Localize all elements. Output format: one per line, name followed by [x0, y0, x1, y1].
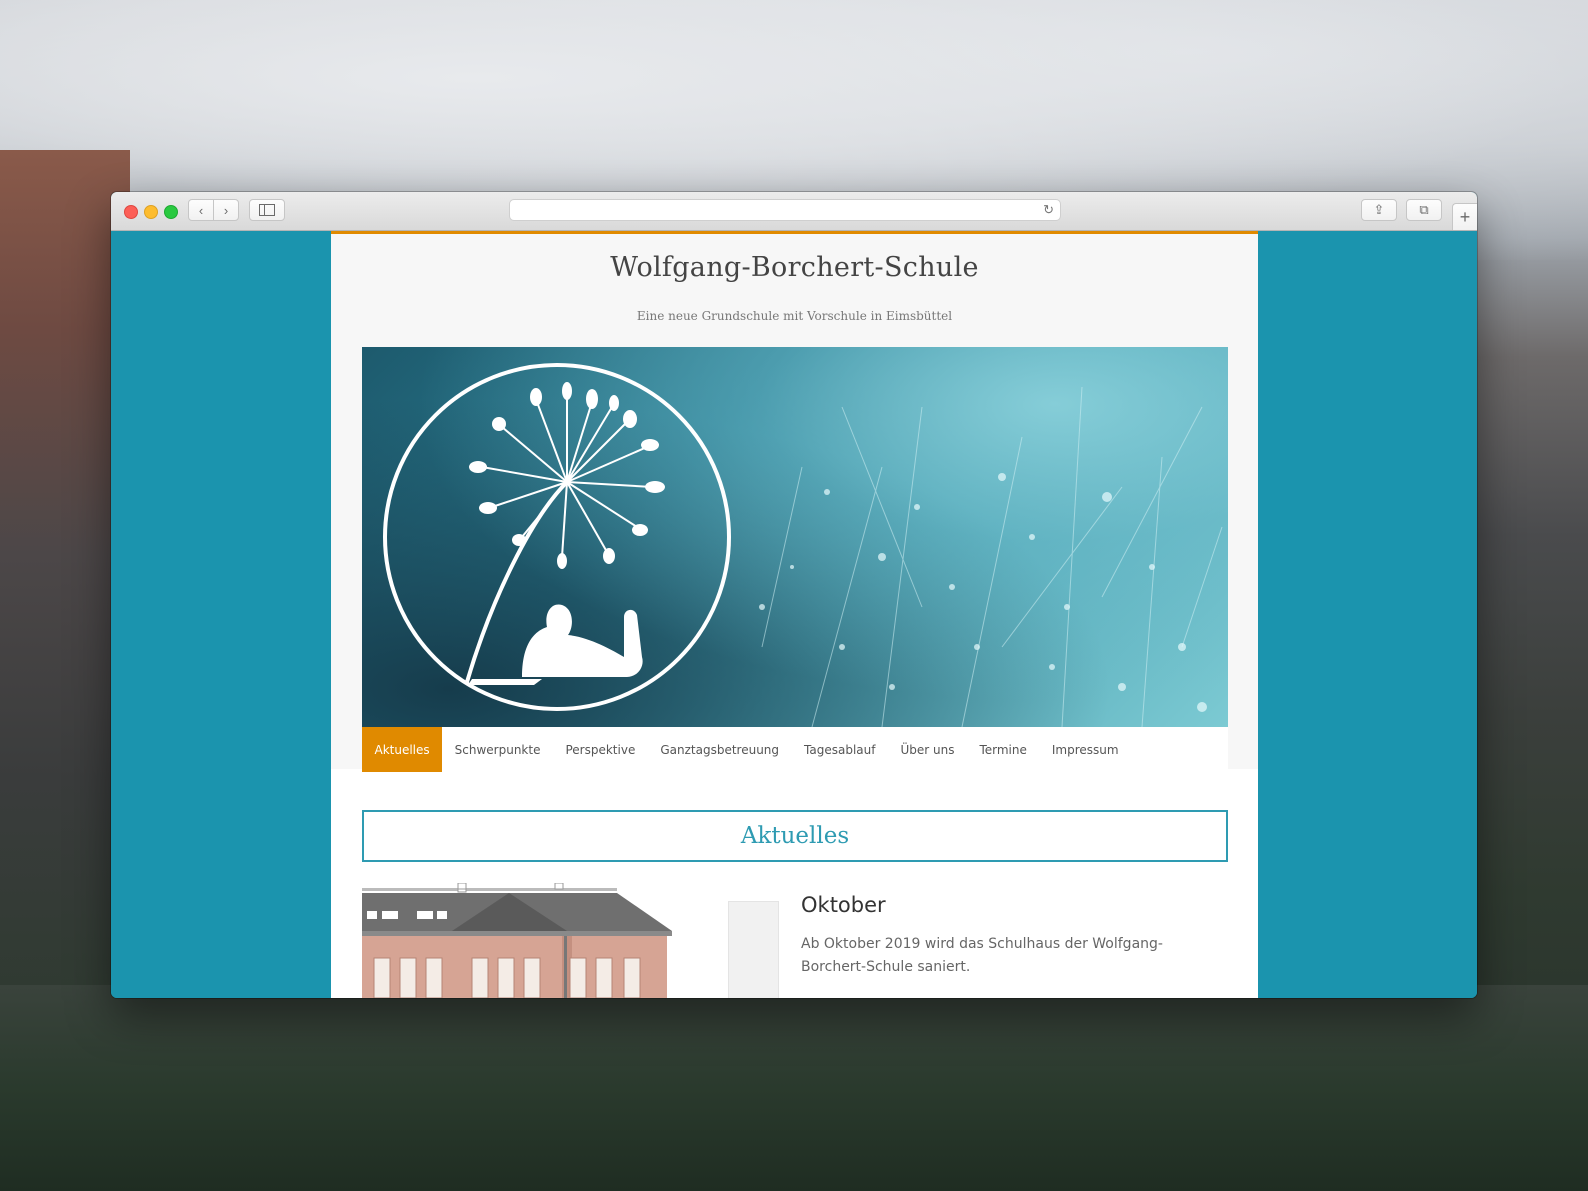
menu-item-termine[interactable]: Termine [967, 727, 1039, 772]
tabs-overview-button[interactable]: ⧉ [1406, 199, 1442, 221]
section-heading-box: Aktuelles [362, 810, 1228, 862]
browser-toolbar: ‹ › ↻ ⇪ ⧉ + [111, 192, 1477, 231]
browser-window: ‹ › ↻ ⇪ ⧉ + Wolfgang-Borchert-Schule Ein… [111, 192, 1477, 998]
menu-item-ganztagsbetreuung[interactable]: Ganztagsbetreuung [648, 727, 792, 772]
post-excerpt: Ab Oktober 2019 wird das Schulhaus der W… [801, 936, 1163, 975]
chevron-left-icon: ‹ [198, 202, 204, 218]
section-title: Aktuelles [740, 823, 850, 849]
school-building-image[interactable] [362, 883, 674, 998]
minimize-window-button[interactable] [144, 205, 158, 219]
post-title[interactable]: Oktober [801, 893, 886, 917]
menu-item-tagesablauf[interactable]: Tagesablauf [792, 727, 888, 772]
site-tagline: Eine neue Grundschule mit Vorschule in E… [636, 309, 953, 323]
desktop-forest [0, 985, 1588, 1191]
main-menu: Aktuelles Schwerpunkte Perspektive Ganzt… [362, 727, 1228, 772]
web-content: Wolfgang-Borchert-Schule Eine neue Grund… [111, 231, 1477, 998]
school-building-drawing [362, 883, 672, 998]
share-button[interactable]: ⇪ [1361, 199, 1397, 221]
menu-item-schwerpunkte[interactable]: Schwerpunkte [442, 727, 553, 772]
address-bar[interactable]: ↻ [509, 199, 1061, 221]
back-button[interactable]: ‹ [188, 199, 214, 221]
chevron-right-icon: › [223, 202, 229, 218]
dandelion-logo-image [383, 363, 1223, 727]
reload-icon[interactable]: ↻ [1043, 202, 1054, 218]
forward-button[interactable]: › [213, 199, 239, 221]
new-tab-button[interactable]: + [1452, 203, 1477, 230]
tabs-icon: ⧉ [1419, 202, 1429, 217]
close-window-button[interactable] [124, 205, 138, 219]
share-icon: ⇪ [1373, 202, 1385, 217]
menu-item-aktuelles[interactable]: Aktuelles [362, 727, 443, 772]
post-thumbnail[interactable] [728, 901, 779, 998]
site-header: Wolfgang-Borchert-Schule Eine neue Grund… [331, 234, 1258, 772]
site-title[interactable]: Wolfgang-Borchert-Schule [331, 252, 1258, 283]
menu-item-impressum[interactable]: Impressum [1039, 727, 1131, 772]
page-container: Wolfgang-Borchert-Schule Eine neue Grund… [331, 231, 1258, 998]
header-image [362, 347, 1228, 727]
plus-icon: + [1459, 206, 1471, 227]
menu-item-ueber-uns[interactable]: Über uns [888, 727, 967, 772]
menu-item-perspektive[interactable]: Perspektive [553, 727, 648, 772]
zoom-window-button[interactable] [164, 205, 178, 219]
sidebar-button[interactable] [249, 199, 285, 221]
sidebar-icon [259, 204, 275, 216]
